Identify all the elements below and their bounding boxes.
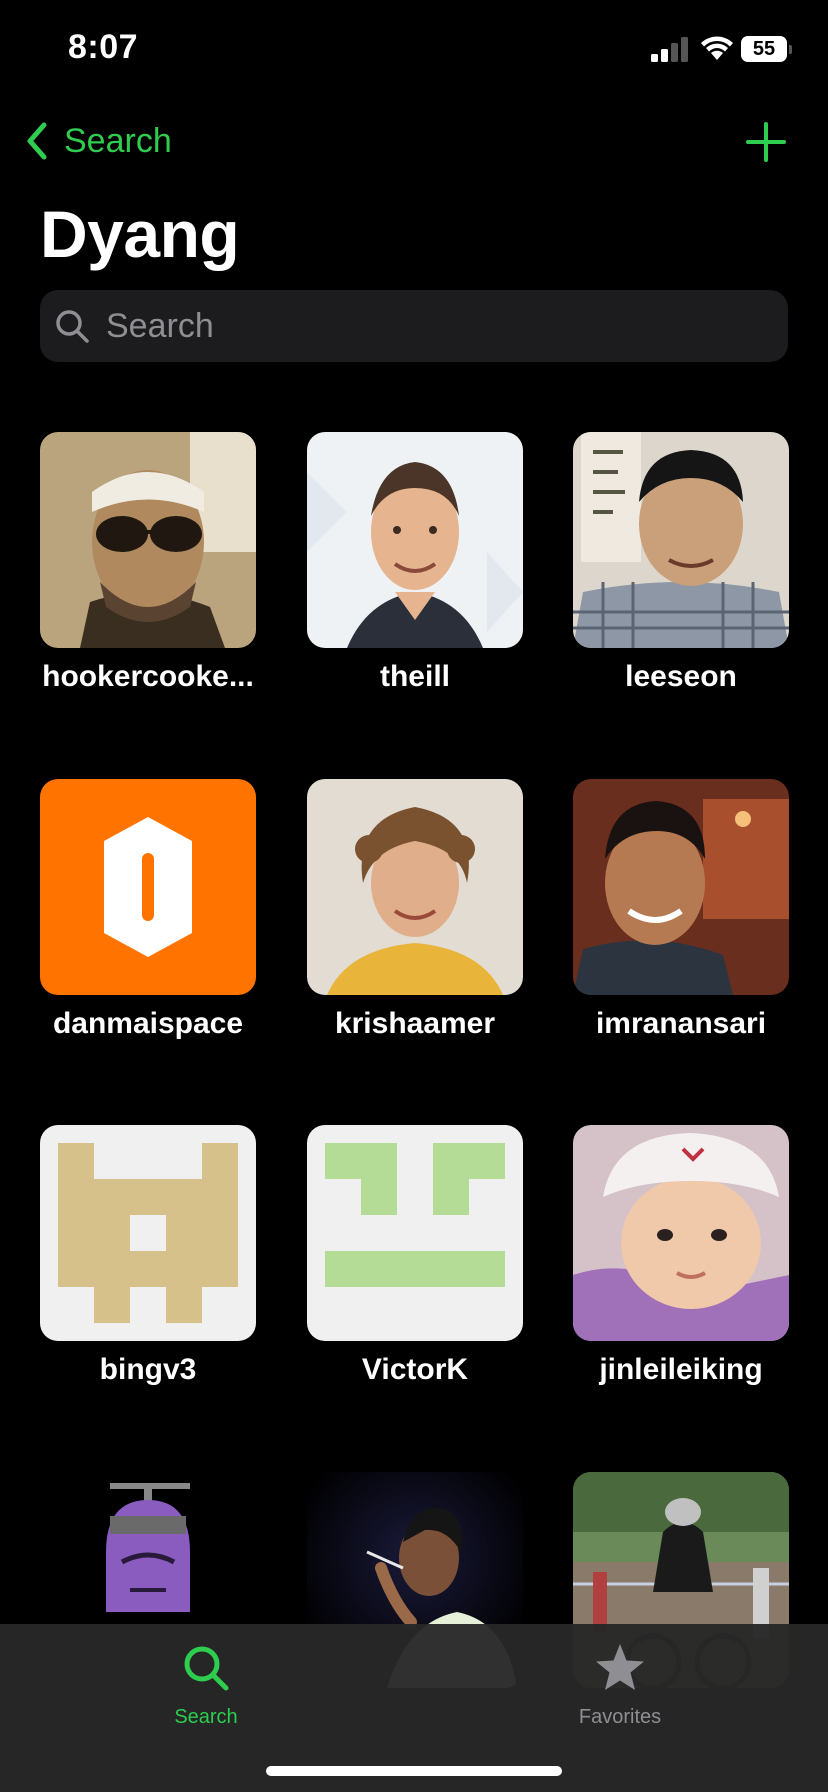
user-cell-jinleileiking[interactable]: jinleileiking (573, 1125, 789, 1387)
username: theill (379, 660, 450, 693)
username: VictorK (361, 1353, 469, 1386)
home-indicator (266, 1766, 562, 1776)
user-avatar (40, 432, 256, 648)
user-avatar (307, 779, 523, 995)
user-cell-danmaispace[interactable]: danmaispace (40, 779, 256, 1041)
user-avatar (40, 1125, 256, 1341)
user-cell-hookercooke[interactable]: hookercooke... (40, 432, 256, 694)
tab-label: Favorites (578, 1706, 662, 1728)
user-cell-leeseon[interactable]: leeseon (573, 432, 789, 694)
user-avatar (573, 779, 789, 995)
username: hookercooke... (42, 660, 254, 693)
username: jinleileiking (599, 1353, 763, 1386)
user-avatar (573, 1125, 789, 1341)
user-grid: hookercooke... theill leeseon danmaispac… (0, 0, 828, 1792)
username: bingv3 (99, 1353, 197, 1386)
user-avatar (40, 779, 256, 995)
user-cell-victork[interactable]: VictorK (307, 1125, 523, 1387)
username: danmaispace (52, 1007, 244, 1040)
user-avatar (307, 432, 523, 648)
username: imranansari (595, 1007, 767, 1040)
user-avatar (573, 432, 789, 648)
tab-favorites[interactable]: Favorites (520, 1642, 720, 1729)
user-cell-bingv3[interactable]: bingv3 (40, 1125, 256, 1387)
username: krishaamer (334, 1007, 496, 1040)
tab-search[interactable]: Search (106, 1642, 306, 1729)
tab-bar: Search Favorites (0, 1624, 828, 1792)
star-icon (596, 1644, 644, 1690)
username: leeseon (625, 660, 737, 693)
user-avatar (307, 1125, 523, 1341)
user-cell-krishaamer[interactable]: krishaamer (307, 779, 523, 1041)
tab-label: Search (174, 1706, 238, 1728)
user-cell-theill[interactable]: theill (307, 432, 523, 694)
user-cell-imranansari[interactable]: imranansari (573, 779, 789, 1041)
search-icon (184, 1646, 229, 1691)
